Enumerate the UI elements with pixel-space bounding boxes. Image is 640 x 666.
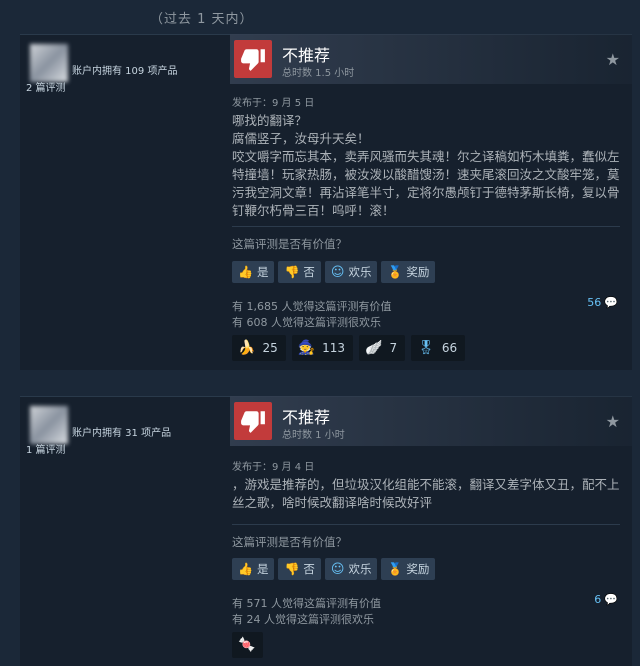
banana-award-icon: 🍌 [238,340,256,356]
wings-award-icon: 🪽 [365,340,383,356]
playtime: 总时数 1.5 小时 [282,68,355,79]
review-line: ，游戏是推荐的，但垃圾汉化组能不能滚，翻译又差字体又丑，配不上丝之歌，啥时候改翻… [232,477,620,510]
recommendation-header[interactable]: 不推荐 总时数 1 小时 ★ [230,396,632,446]
funny-stat: 有 608 人觉得这篇评测很欢乐 [232,316,381,329]
recommendation-header[interactable]: 不推荐 总时数 1.5 小时 ★ [230,34,632,84]
star-icon[interactable]: ★ [606,412,620,431]
posted-date: 发布于：9 月 4 日 [232,462,315,473]
award-icon: 🏅 [387,265,403,279]
vote-funny-button[interactable]: ☺ 欢乐 [324,261,378,283]
thumbs-down-icon [234,40,272,78]
thumbs-up-icon: 👍 [238,562,253,576]
award-badge[interactable]: 🍌 25 [232,335,286,361]
award-list: 🍌 25 🧙 113 🪽 7 🎖 66 [232,335,466,361]
recommendation-title: 不推荐 [282,46,331,65]
author-review-count[interactable]: 2 篇评测 [26,79,66,94]
vote-no-label: 否 [303,265,315,279]
vote-funny-button[interactable]: ☺ 欢乐 [324,558,378,580]
helpful-question: 这篇评测是否有价值？ [232,237,347,251]
vote-funny-label: 欢乐 [348,562,372,576]
award-badge[interactable]: 🍬 [232,632,264,658]
award-list: 🍬 [232,632,264,658]
vote-yes-label: 是 [256,265,269,279]
author-review-count[interactable]: 1 篇评测 [26,441,66,456]
time-filter-label: （过去 1 天内） [150,12,254,27]
smiley-icon: ☺ [330,561,345,577]
award-badge[interactable]: 🎖 66 [411,335,466,361]
comment-icon: 💬 [604,593,618,606]
thumbs-down-icon [234,402,272,440]
comments-link[interactable]: 56 💬 [587,296,618,309]
thumbs-down-icon: 👎 [284,562,300,576]
star-icon[interactable]: ★ [606,50,620,69]
review-author[interactable]: 账户内拥有 109 项产品 2 篇评测 [20,34,220,114]
vote-yes-button[interactable]: 👍 是 [232,558,275,580]
review-card: 账户内拥有 109 项产品 2 篇评测 不推荐 总时数 1.5 小时 ★ 发布于… [20,34,632,370]
thumbs-down-icon: 👎 [284,265,300,279]
award-count: 113 [322,341,346,355]
vote-no-button[interactable]: 👎 否 [278,261,321,283]
review-body: 哪找的翻译？ 腐儒竖子，汝母升天矣！ 咬文嚼字而忘其本，卖弄风骚而失其魂！尔之译… [232,112,624,220]
smiley-icon: ☺ [330,264,345,280]
vote-controls: 👍 是 👎 否 ☺ 欢乐 🏅 奖励 [232,558,436,580]
comment-count: 56 [587,296,602,309]
award-button[interactable]: 🏅 奖励 [381,261,436,283]
vote-yes-button[interactable]: 👍 是 [232,261,275,283]
review-body: ，游戏是推荐的，但垃圾汉化组能不能滚，翻译又差字体又丑，配不上丝之歌，啥时候改翻… [232,476,624,512]
award-label: 奖励 [406,265,430,279]
vote-funny-label: 欢乐 [348,265,372,279]
playtime: 总时数 1 小时 [282,430,345,441]
products-owned: 账户内拥有 31 项产品 [72,428,172,439]
comment-icon: 💬 [604,296,618,309]
review-card: 账户内拥有 31 项产品 1 篇评测 不推荐 总时数 1 小时 ★ 发布于：9 … [20,396,632,666]
comments-link[interactable]: 6 💬 [594,593,618,606]
vote-no-button[interactable]: 👎 否 [278,558,321,580]
helpful-stat: 有 1,685 人觉得这篇评测有价值 [232,300,392,313]
avatar[interactable] [30,44,68,82]
divider [232,226,620,227]
comment-count: 6 [594,593,602,606]
helpful-stat: 有 571 人觉得这篇评测有价值 [232,597,381,610]
medal-award-icon: 🎖 [417,340,435,356]
helpful-question: 这篇评测是否有价值？ [232,535,347,549]
vote-controls: 👍 是 👎 否 ☺ 欢乐 🏅 奖励 [232,261,436,283]
award-badge[interactable]: 🧙 113 [291,335,354,361]
divider [232,524,620,525]
character-award-icon: 🧙 [297,340,316,356]
award-icon: 🏅 [387,562,403,576]
thumbs-up-icon: 👍 [238,265,253,279]
vote-no-label: 否 [303,562,315,576]
award-count: 25 [262,341,278,355]
posted-date: 发布于：9 月 5 日 [232,98,315,109]
vote-yes-label: 是 [256,562,269,576]
award-badge[interactable]: 🪽 7 [359,335,406,361]
review-line: 哪找的翻译？ [232,113,308,128]
avatar[interactable] [30,406,68,444]
recommendation-title: 不推荐 [282,408,331,427]
products-owned: 账户内拥有 109 项产品 [72,66,178,77]
review-line: 腐儒竖子，汝母升天矣！ [232,131,370,146]
review-line: 咬文嚼字而忘其本，卖弄风骚而失其魂！尔之译稿如朽木填粪，蠢似左特撞墙！玩家热肠，… [232,149,620,218]
award-count: 66 [441,341,458,355]
funny-stat: 有 24 人觉得这篇评测很欢乐 [232,613,374,626]
review-author[interactable]: 账户内拥有 31 项产品 1 篇评测 [20,396,220,476]
award-button[interactable]: 🏅 奖励 [381,558,436,580]
candy-award-icon: 🍬 [238,637,256,653]
award-label: 奖励 [406,562,430,576]
award-count: 7 [389,341,398,355]
